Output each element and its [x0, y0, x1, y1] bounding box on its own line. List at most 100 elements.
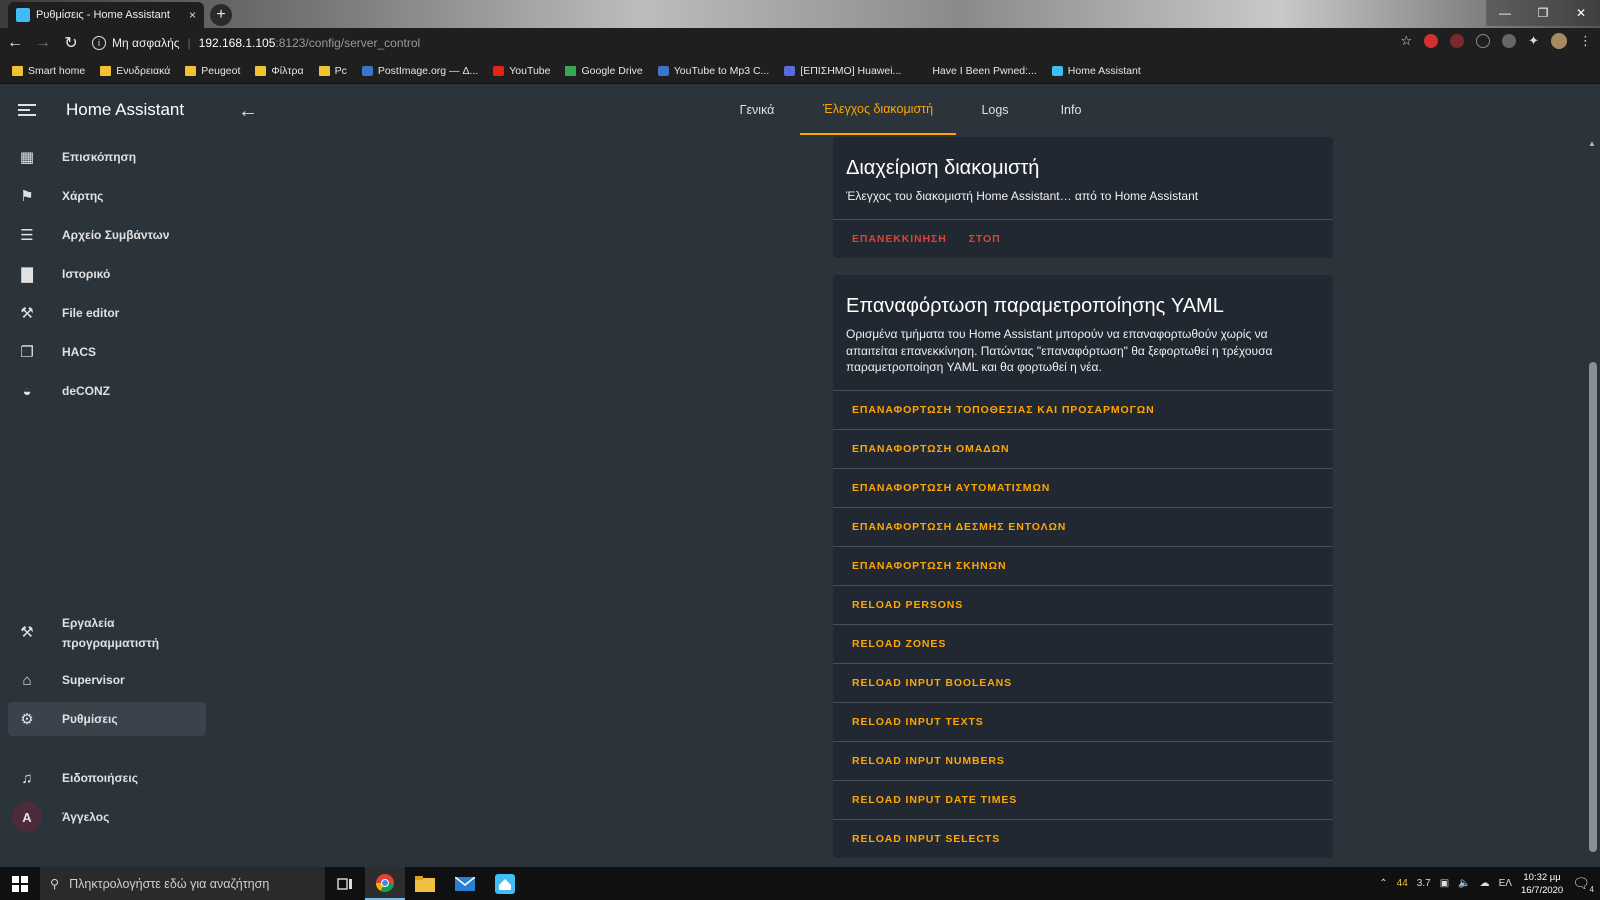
- gear-icon: ⚙: [20, 711, 34, 728]
- taskbar-search[interactable]: ⚲ Πληκτρολογήστε εδώ για αναζήτηση: [40, 867, 325, 900]
- menu-collapse-icon[interactable]: [18, 103, 36, 117]
- reload-action-button[interactable]: ΕΠΑΝΑΦΟΡΤΩΣΗ ΑΥΤΟΜΑΤΙΣΜΩΝ: [833, 467, 1333, 507]
- user-avatar: Α: [12, 802, 42, 832]
- card-title: Διαχείριση διακομιστή: [846, 157, 1040, 179]
- bookmark-item[interactable]: [ΕΠΙΣΗΜΟ] Huawei...: [784, 65, 901, 77]
- bookmark-label: Google Drive: [581, 64, 643, 77]
- restore-icon[interactable]: ❐: [1524, 0, 1562, 26]
- reload-action-button[interactable]: ΕΠΑΝΑΦΟΡΤΩΣΗ ΤΟΠΟΘΕΣΙΑΣ ΚΑΙ ΠΡΟΣΑΡΜΟΓΩΝ: [833, 389, 1333, 429]
- puzzle-icon[interactable]: ✦: [1528, 33, 1539, 49]
- sidebar-item-label: Ειδοποιήσεις: [62, 771, 138, 785]
- taskbar-search-placeholder: Πληκτρολογήστε εδώ για αναζήτηση: [69, 876, 270, 891]
- sidebar-item[interactable]: ▇ Ιστορικό: [8, 257, 206, 291]
- supervisor-icon: ⌂: [22, 671, 32, 689]
- forward-icon[interactable]: →: [30, 30, 56, 56]
- tray-expand-icon[interactable]: ⌃: [1379, 878, 1387, 889]
- sidebar-item[interactable]: ⚒ File editor: [8, 296, 206, 330]
- bookmark-item[interactable]: YouTube: [493, 65, 550, 77]
- bookmark-item[interactable]: PostImage.org — Δ...: [361, 65, 478, 77]
- postimage-icon: [361, 65, 373, 76]
- bookmark-label: Ενυδρειακά: [116, 64, 171, 77]
- bookmark-star-icon[interactable]: ☆: [1400, 33, 1412, 49]
- close-window-icon[interactable]: ✕: [1562, 0, 1600, 26]
- reload-action-button[interactable]: RELOAD INPUT BOOLEANS: [833, 662, 1333, 702]
- reload-action-button[interactable]: RELOAD PERSONS: [833, 584, 1333, 624]
- url-path: :8123/config/server_control: [275, 36, 421, 50]
- back-icon[interactable]: ←: [2, 30, 28, 56]
- extension-icon[interactable]: [1450, 34, 1465, 48]
- reload-action-button[interactable]: RELOAD INPUT SELECTS: [833, 818, 1333, 858]
- clock[interactable]: 10:32 μμ 16/7/2020: [1521, 871, 1563, 897]
- sidebar-item[interactable]: ⚒ Εργαλεία προγραμματιστή: [8, 612, 206, 654]
- close-tab-icon[interactable]: ×: [189, 8, 196, 22]
- sidebar-item[interactable]: Α Άγγελος: [8, 800, 206, 834]
- bookmark-item[interactable]: Φίλτρα: [255, 65, 304, 77]
- tray-value[interactable]: 3.7: [1417, 878, 1431, 889]
- notification-count: 4: [1589, 885, 1594, 894]
- sidebar-item[interactable]: ⚑ Χάρτης: [8, 179, 206, 213]
- config-tab[interactable]: Logs: [958, 85, 1032, 135]
- extension-icon[interactable]: [1476, 34, 1491, 48]
- extension-icon[interactable]: [1502, 34, 1517, 48]
- sidebar-item[interactable]: ◒ deCONZ: [8, 374, 206, 408]
- bookmark-label: YouTube: [509, 64, 551, 77]
- sidebar-item[interactable]: ⌂ Supervisor: [8, 663, 206, 697]
- security-label[interactable]: Μη ασφαλής: [112, 36, 180, 50]
- bookmark-item[interactable]: Have I Been Pwned:...: [916, 65, 1036, 77]
- mail-icon[interactable]: [445, 867, 485, 900]
- reload-action-button[interactable]: RELOAD INPUT NUMBERS: [833, 740, 1333, 780]
- task-view-icon[interactable]: [325, 867, 365, 900]
- sidebar-item-label: Χάρτης: [62, 189, 104, 203]
- config-tab[interactable]: Info: [1034, 85, 1108, 135]
- bookmark-item[interactable]: Smart home: [12, 65, 85, 77]
- sidebar-item-label: Ρυθμίσεις: [62, 712, 118, 726]
- info-icon[interactable]: i: [92, 36, 106, 50]
- bookmark-item[interactable]: Pc: [318, 64, 347, 77]
- address-bar[interactable]: i Μη ασφαλής | 192.168.1.105:8123/config…: [92, 31, 1368, 55]
- browser-tab-strip: Ρυθμίσεις - Home Assistant × + — ❐ ✕: [0, 0, 1600, 28]
- search-icon: ⚲: [50, 877, 60, 891]
- sidebar-item[interactable]: ▦ Επισκόπηση: [8, 140, 206, 174]
- volume-icon[interactable]: 🔈: [1458, 878, 1470, 889]
- windows-start-icon[interactable]: [0, 867, 40, 900]
- scrollbar-thumb[interactable]: [1589, 362, 1597, 852]
- network-icon[interactable]: ▣: [1440, 878, 1449, 889]
- new-tab-button[interactable]: +: [210, 4, 232, 26]
- bookmark-item[interactable]: Peugeot: [185, 65, 240, 77]
- reload-action-button[interactable]: ΕΠΑΝΑΦΟΡΤΩΣΗ ΟΜΑΔΩΝ: [833, 428, 1333, 468]
- bookmark-label: Pc: [334, 64, 347, 77]
- chrome-icon[interactable]: [365, 867, 405, 900]
- reload-action-button[interactable]: ΕΠΑΝΑΦΟΡΤΩΣΗ ΔΕΣΜΗΣ ΕΝΤΟΛΩΝ: [833, 506, 1333, 546]
- minimize-icon[interactable]: —: [1486, 0, 1524, 26]
- card-description: Έλεγχος του διακομιστή Home Assistant… α…: [846, 189, 1199, 203]
- reload-action-button[interactable]: RELOAD INPUT DATE TIMES: [833, 779, 1333, 819]
- cloud-icon[interactable]: ☁: [1480, 878, 1490, 889]
- config-tab[interactable]: Έλεγχος διακομιστή: [800, 85, 956, 135]
- bookmark-item[interactable]: YouTube to Mp3 C...: [657, 65, 769, 77]
- browser-tab[interactable]: Ρυθμίσεις - Home Assistant ×: [8, 2, 204, 28]
- reload-action-button[interactable]: ΕΠΑΝΑΦΟΡΤΩΣΗ ΣΚΗΝΩΝ: [833, 545, 1333, 585]
- extension-icon[interactable]: [1424, 34, 1439, 48]
- more-menu-icon[interactable]: ⋮: [1579, 33, 1592, 49]
- reload-action-button[interactable]: RELOAD ZONES: [833, 623, 1333, 663]
- home-assistant-app-icon[interactable]: [485, 867, 525, 900]
- scroll-up-icon[interactable]: ▲: [1588, 139, 1596, 148]
- notifications-icon[interactable]: 🗨 4: [1572, 875, 1594, 894]
- file-explorer-icon[interactable]: [405, 867, 445, 900]
- sidebar-item[interactable]: ☰ Αρχείο Συμβάντων: [8, 218, 206, 252]
- page-scrollbar[interactable]: ▲: [1586, 137, 1600, 867]
- sidebar-item[interactable]: ❐ HACS: [8, 335, 206, 369]
- language-indicator[interactable]: ΕΛ: [1499, 878, 1512, 889]
- stop-button[interactable]: ΣΤΟΠ: [969, 233, 1001, 245]
- sidebar-item[interactable]: ♫ Ειδοποιήσεις: [8, 761, 206, 795]
- sidebar-item[interactable]: ⚙ Ρυθμίσεις: [8, 702, 206, 736]
- profile-avatar[interactable]: [1551, 33, 1567, 49]
- reload-action-button[interactable]: RELOAD INPUT TEXTS: [833, 701, 1333, 741]
- config-tab[interactable]: Γενικά: [717, 85, 797, 135]
- bookmark-item[interactable]: Ενυδρειακά: [100, 65, 170, 77]
- restart-button[interactable]: ΕΠΑΝΕΚΚΙΝΗΣΗ: [852, 233, 947, 245]
- reload-icon[interactable]: ↻: [58, 30, 84, 56]
- tray-temperature[interactable]: 44: [1397, 878, 1408, 889]
- bookmark-item[interactable]: Home Assistant: [1051, 65, 1141, 77]
- bookmark-item[interactable]: Google Drive: [565, 64, 643, 77]
